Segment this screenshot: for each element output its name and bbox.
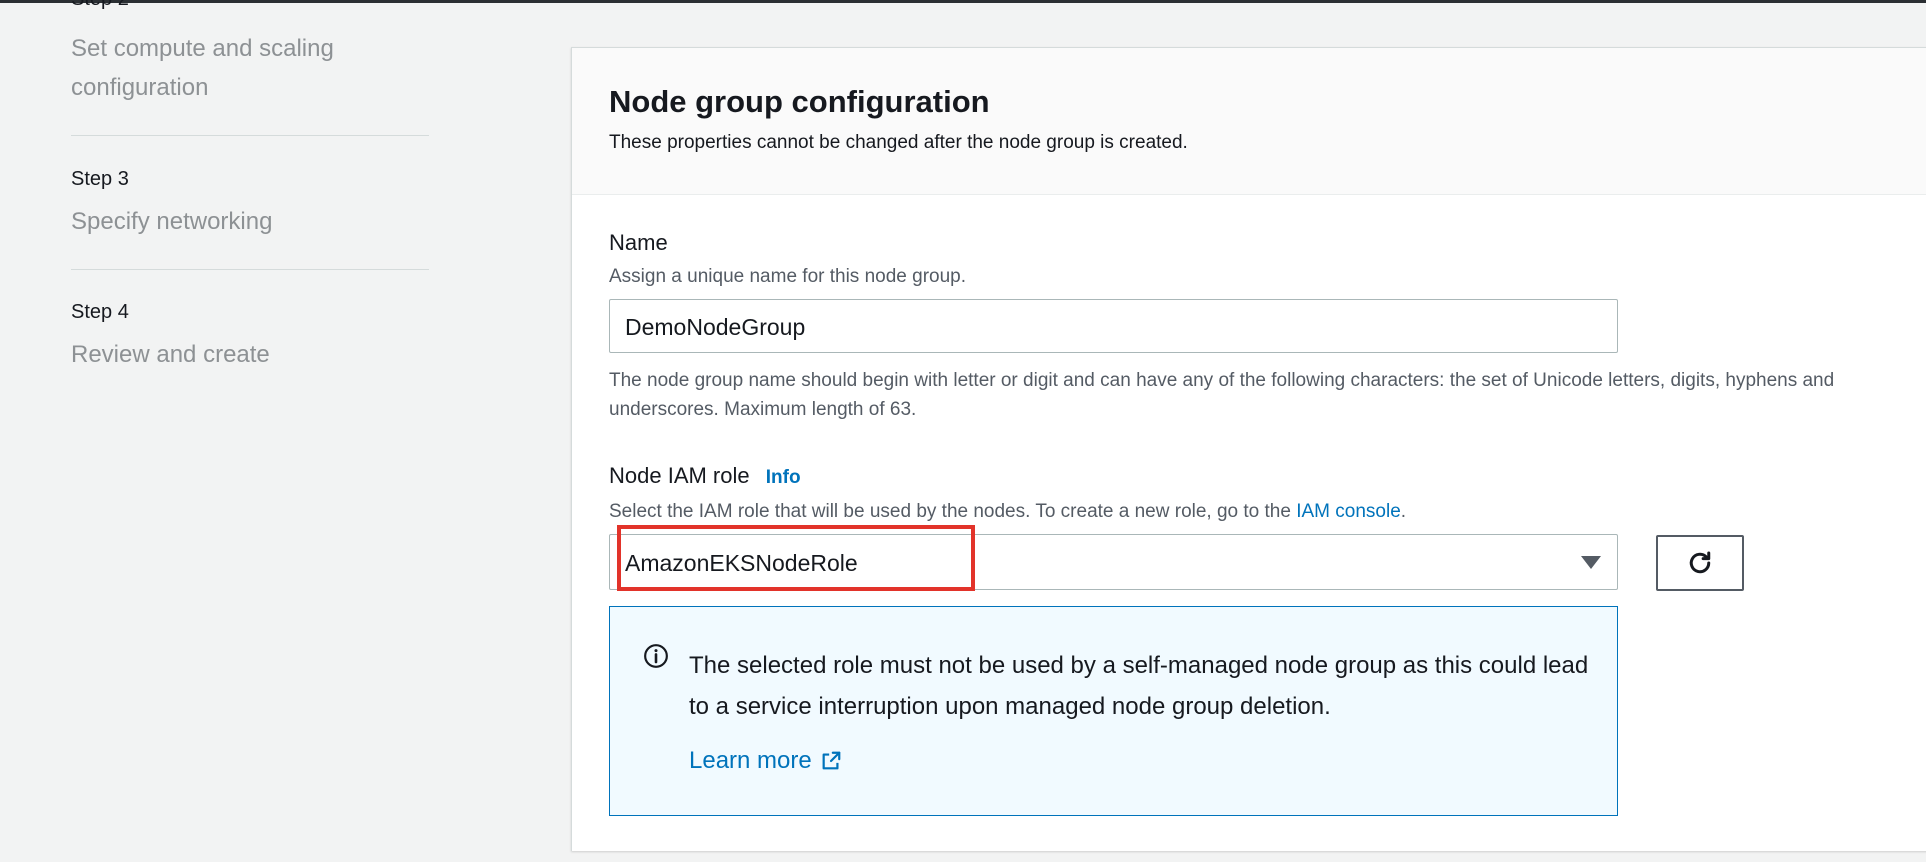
learn-more-link[interactable]: Learn more [689, 747, 842, 775]
step-divider [71, 269, 429, 270]
name-input[interactable]: DemoNodeGroup [609, 299, 1618, 353]
refresh-icon [1689, 551, 1711, 574]
iam-role-description-end: . [1400, 501, 1407, 522]
step-3-number: Step 3 [71, 168, 129, 190]
iam-console-link[interactable]: IAM console [1296, 501, 1401, 522]
step-3-title[interactable]: Specify networking [71, 202, 272, 241]
step-4-title[interactable]: Review and create [71, 335, 270, 374]
iam-role-label-row: Node IAM role Info [609, 463, 801, 489]
step-2-title-line1[interactable]: Set compute and scaling [71, 29, 334, 68]
node-group-configuration-panel: Node group configuration These propertie… [571, 47, 1926, 851]
iam-role-description-text: Select the IAM role that will be used by… [609, 501, 1297, 522]
name-label: Name [609, 230, 668, 255]
panel-title: Node group configuration [609, 84, 990, 119]
step-2-title-line2[interactable]: configuration [71, 68, 208, 107]
red-highlight-box [617, 525, 975, 591]
alert-message: The selected role must not be used by a … [689, 652, 1589, 720]
caret-down-icon [1581, 556, 1601, 569]
window-top-edge [0, 0, 1926, 3]
panel-header: Node group configuration These propertie… [572, 48, 1926, 195]
name-input-value: DemoNodeGroup [625, 314, 806, 340]
external-link-icon [822, 751, 841, 770]
step-divider [71, 135, 429, 136]
step-4-number: Step 4 [71, 301, 129, 323]
iam-role-label: Node IAM role [609, 463, 750, 488]
iam-role-info-link[interactable]: Info [766, 467, 801, 488]
refresh-button[interactable] [1656, 535, 1744, 591]
role-info-alert: The selected role must not be used by a … [609, 606, 1618, 816]
name-description: Assign a unique name for this node group… [609, 266, 967, 287]
step-2-number: Step 2 [71, 0, 129, 11]
info-circle-icon [644, 644, 668, 668]
panel-description: These properties cannot be changed after… [609, 132, 1188, 153]
iam-role-description: Select the IAM role that will be used by… [609, 501, 1406, 523]
name-constraint-text: The node group name should begin with le… [609, 370, 1835, 420]
learn-more-label: Learn more [689, 747, 812, 774]
